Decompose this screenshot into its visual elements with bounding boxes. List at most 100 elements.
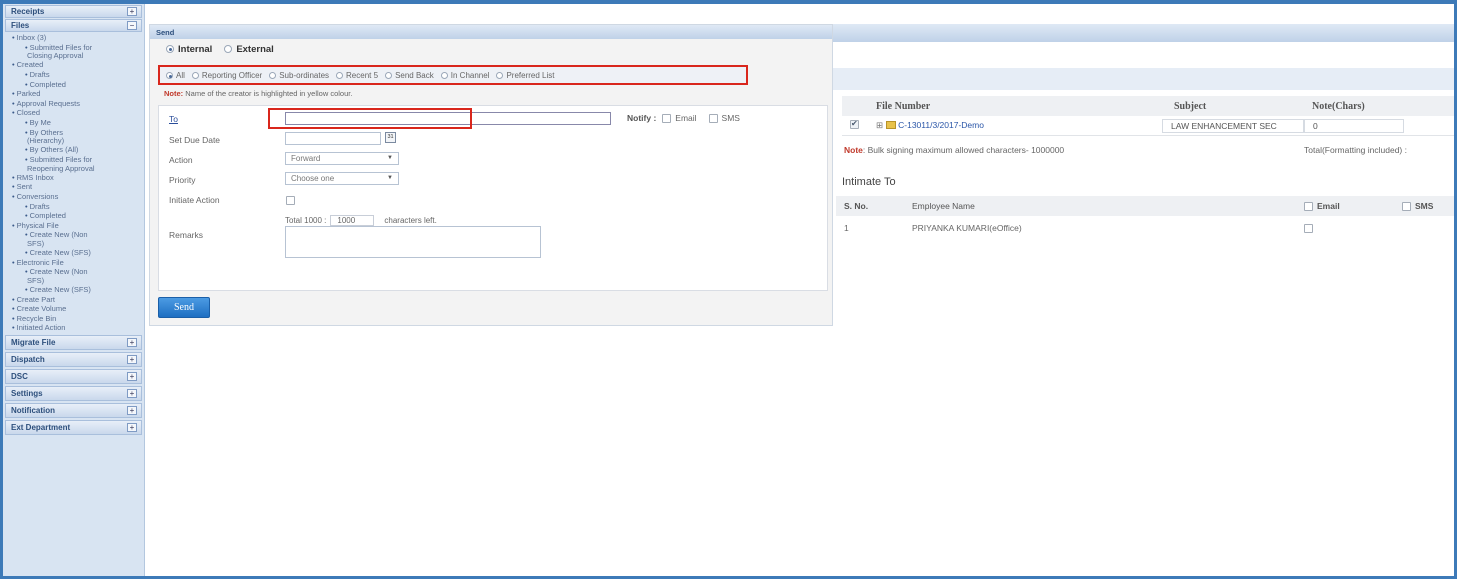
sidebar-item[interactable]: • Electronic File <box>5 258 142 268</box>
sidebar-item[interactable]: SFS) <box>5 239 142 248</box>
internal-option[interactable]: Internal <box>166 44 212 55</box>
remarks-textarea[interactable] <box>285 226 541 258</box>
to-link[interactable]: To <box>169 114 178 124</box>
sidebar-item[interactable]: • Recycle Bin <box>5 314 142 324</box>
sidebar-item-label: Inbox (3) <box>16 33 47 42</box>
sidebar-section[interactable]: Ext Department + <box>5 420 142 436</box>
sms-all-checkbox[interactable] <box>1402 201 1411 211</box>
sidebar-item[interactable]: • Closed <box>5 108 142 118</box>
expand-icon[interactable]: + <box>127 406 137 416</box>
sidebar-section[interactable]: Migrate File + <box>5 335 142 351</box>
filter-label: All <box>176 70 185 80</box>
radio-icon[interactable] <box>385 71 393 79</box>
expand-icon[interactable]: + <box>127 372 137 382</box>
sidebar-section[interactable]: Dispatch + <box>5 352 142 368</box>
filter-option[interactable]: Reporting Officer <box>191 70 263 80</box>
radio-icon[interactable] <box>496 71 504 79</box>
sidebar-item[interactable]: • Created <box>5 60 142 70</box>
sidebar-item[interactable]: Reopening Approval <box>5 164 142 173</box>
sidebar-item[interactable]: • Create New (Non <box>5 267 142 277</box>
sidebar-item[interactable]: (Hierarchy) <box>5 137 142 145</box>
radio-icon[interactable] <box>336 71 344 79</box>
sidebar-item[interactable]: • Create New (Non <box>5 230 142 240</box>
sidebar-section[interactable]: Settings + <box>5 386 142 402</box>
sidebar-item[interactable]: • RMS Inbox <box>5 173 142 183</box>
expand-tree-icon[interactable]: ⊞ <box>876 120 883 130</box>
filter-option[interactable]: Preferred List <box>496 71 555 80</box>
sidebar-section[interactable]: Notification + <box>5 403 142 419</box>
filter-option[interactable]: Recent 5 <box>336 71 378 80</box>
remarks-label: Remarks <box>169 230 204 240</box>
radio-icon[interactable] <box>191 71 199 79</box>
collapse-icon[interactable]: − <box>127 21 137 30</box>
sidebar-item[interactable]: • Completed <box>5 80 142 90</box>
sidebar-item[interactable]: • Parked <box>5 89 142 99</box>
expand-icon[interactable]: + <box>127 338 137 348</box>
sidebar-section-receipts[interactable]: Receipts + <box>5 5 142 18</box>
filter-label: Reporting Officer <box>201 70 263 80</box>
external-option[interactable]: External <box>224 44 274 55</box>
email-checkbox[interactable] <box>662 113 672 123</box>
send-panel-title: Send <box>150 25 832 39</box>
email-all-checkbox[interactable] <box>1304 201 1313 211</box>
sidebar-item[interactable]: • Drafts <box>5 70 142 80</box>
sidebar-section[interactable]: DSC + <box>5 369 142 385</box>
sidebar-item[interactable]: • Inbox (3) <box>5 33 142 43</box>
sidebar-item[interactable]: • Create New (SFS) <box>5 285 142 295</box>
send-button[interactable]: Send <box>158 297 210 318</box>
initiate-action-checkbox[interactable] <box>286 196 295 205</box>
sidebar-item-label: Completed <box>29 211 66 221</box>
sidebar-item-label: Drafts <box>29 69 50 79</box>
expand-icon[interactable]: + <box>127 423 137 433</box>
bullet-icon: • <box>12 182 15 192</box>
sidebar-section-files[interactable]: Files − <box>5 19 142 32</box>
note-label: Note: <box>164 89 184 98</box>
radio-icon[interactable] <box>224 45 233 53</box>
send-form: To Notify : Email SMS Set Due Date 31 Ac… <box>158 105 828 291</box>
filter-option[interactable]: All <box>166 71 185 80</box>
sidebar-item[interactable]: • By Others <box>5 128 142 138</box>
radio-selected-icon[interactable] <box>166 45 174 53</box>
sms-checkbox[interactable] <box>708 113 718 123</box>
sidebar-item[interactable]: • Sent <box>5 182 142 192</box>
sidebar-item[interactable]: • Drafts <box>5 202 142 212</box>
due-date-input[interactable] <box>285 132 381 145</box>
filter-option[interactable]: Sub-ordinates <box>269 71 329 80</box>
priority-select[interactable]: Choose one <box>285 172 399 185</box>
filter-label: Send Back <box>395 70 434 80</box>
radio-icon[interactable] <box>440 71 448 79</box>
bullet-icon: • <box>25 211 28 221</box>
bullet-icon: • <box>25 201 28 211</box>
expand-icon[interactable]: + <box>127 389 137 399</box>
filter-option[interactable]: In Channel <box>440 71 489 80</box>
note-text: Name of the creator is highlighted in ye… <box>185 89 353 98</box>
sidebar-item-label: Closing Approval <box>27 51 84 61</box>
expand-icon[interactable]: + <box>127 7 137 16</box>
expand-icon[interactable]: + <box>127 355 137 365</box>
file-select-checkbox[interactable] <box>850 119 859 129</box>
sidebar-item[interactable]: • Create Volume <box>5 304 142 314</box>
radio-icon[interactable] <box>269 71 277 79</box>
bullet-icon: • <box>12 98 15 108</box>
action-select[interactable]: Forward <box>285 152 399 165</box>
email-row-checkbox[interactable] <box>1304 223 1313 233</box>
sidebar-item[interactable]: • By Me <box>5 118 142 128</box>
radio-selected-icon[interactable] <box>166 71 173 79</box>
sidebar-item[interactable]: SFS) <box>5 276 142 285</box>
sidebar-item[interactable]: • Approval Requests <box>5 99 142 109</box>
sidebar-item[interactable]: • Conversions <box>5 192 142 202</box>
filter-option[interactable]: Send Back <box>385 71 434 80</box>
sidebar-item[interactable]: • By Others (All) <box>5 145 142 155</box>
file-number-link[interactable]: C-13011/3/2017-Demo <box>898 120 984 130</box>
sidebar-item[interactable]: • Create Part <box>5 295 142 305</box>
sidebar-item-label: Create Volume <box>16 304 67 314</box>
sidebar-item[interactable]: Closing Approval <box>5 52 142 60</box>
sidebar-item[interactable]: • Initiated Action <box>5 323 142 333</box>
sidebar-item-label: By Me <box>29 117 51 127</box>
sidebar-item[interactable]: • Completed <box>5 211 142 221</box>
send-panel: Send Internal External All Reporting Offi… <box>149 24 833 326</box>
header-sno: S. No. <box>844 201 869 211</box>
calendar-icon[interactable]: 31 <box>385 132 396 143</box>
sidebar-item[interactable]: • Physical File <box>5 221 142 231</box>
sidebar-item[interactable]: • Create New (SFS) <box>5 248 142 258</box>
